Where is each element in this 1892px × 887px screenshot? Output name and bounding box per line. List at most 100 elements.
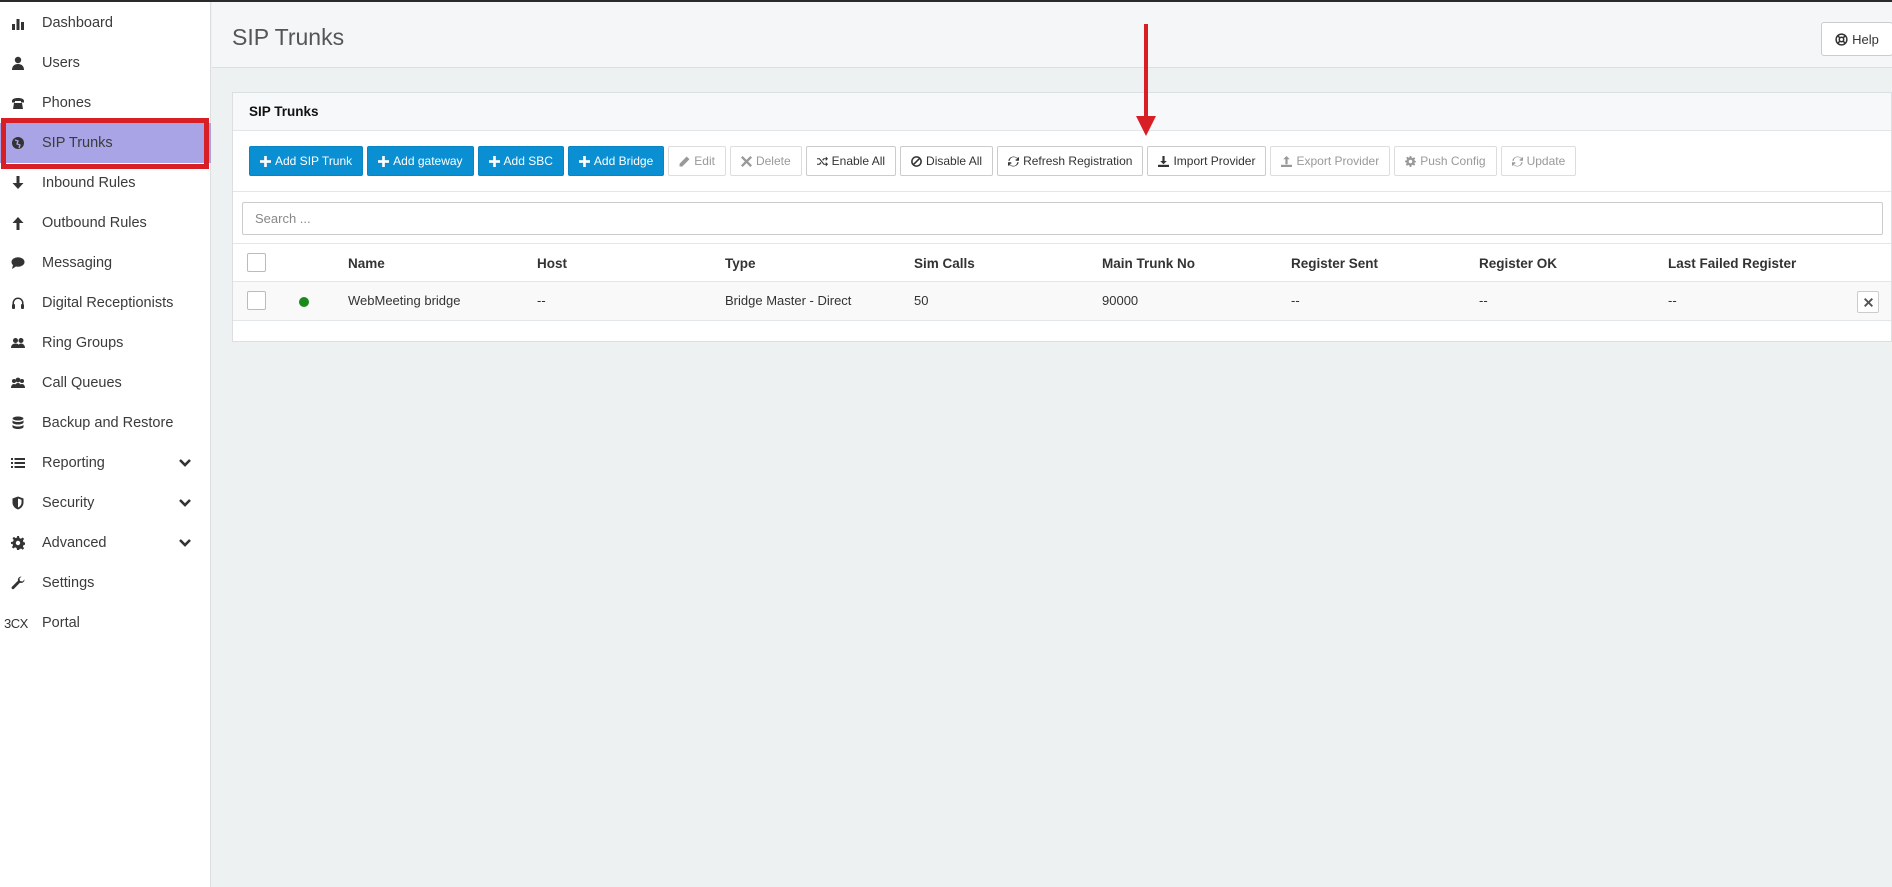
sidebar-item-label: Phones [42, 95, 92, 111]
column-header-sim-calls[interactable]: Sim Calls [914, 256, 975, 271]
panel-title: SIP Trunks [249, 104, 319, 119]
button-label: Import Provider [1173, 154, 1256, 168]
sidebar-item-label: Settings [42, 575, 95, 591]
plus-icon [578, 155, 590, 167]
button-label: Add gateway [393, 154, 463, 168]
sidebar-item-phones[interactable]: Phones [0, 83, 211, 123]
sidebar-item-label: Users [42, 55, 80, 71]
import-provider-button[interactable]: Import Provider [1147, 146, 1267, 176]
edit-button[interactable]: Edit [668, 146, 726, 176]
button-label: Edit [694, 154, 715, 168]
bar-chart-icon [8, 16, 28, 30]
wrench-icon [8, 576, 28, 590]
sidebar-item-advanced[interactable]: Advanced [0, 523, 211, 563]
add-bridge-button[interactable]: Add Bridge [567, 146, 665, 176]
plus-icon [488, 155, 500, 167]
column-header-type[interactable]: Type [725, 256, 756, 271]
toolbar: Add SIP Trunk Add gateway Add SBC Add Br… [249, 146, 1577, 176]
sidebar-item-dashboard[interactable]: Dashboard [0, 3, 211, 43]
column-header-register-sent[interactable]: Register Sent [1291, 256, 1378, 271]
sidebar-item-label: Outbound Rules [42, 215, 147, 231]
column-header-host[interactable]: Host [537, 256, 567, 271]
chat-bubble-icon [8, 256, 28, 270]
cell-register-ok: -- [1479, 293, 1488, 308]
table-header: Name Host Type Sim Calls Main Trunk No R… [233, 243, 1891, 282]
life-ring-icon [1835, 32, 1848, 46]
sidebar-item-label: Reporting [42, 455, 105, 471]
sidebar-item-sip-trunks[interactable]: SIP Trunks [0, 123, 211, 163]
disable-all-button[interactable]: Disable All [900, 146, 994, 176]
panel-header: SIP Trunks [233, 93, 1891, 131]
list-icon [8, 456, 28, 470]
row-delete-button[interactable] [1857, 291, 1879, 313]
sidebar-item-digital-receptionists[interactable]: Digital Receptionists [0, 283, 211, 323]
add-gateway-button[interactable]: Add gateway [367, 146, 474, 176]
sidebar-item-inbound-rules[interactable]: Inbound Rules [0, 163, 211, 203]
sidebar-item-outbound-rules[interactable]: Outbound Rules [0, 203, 211, 243]
refresh-icon [1008, 156, 1020, 166]
cell-name: WebMeeting bridge [348, 293, 461, 308]
update-button[interactable]: Update [1500, 146, 1577, 176]
button-label: Refresh Registration [1023, 154, 1133, 168]
page-title: SIP Trunks [232, 24, 345, 50]
sidebar-item-ring-groups[interactable]: Ring Groups [0, 323, 211, 363]
row-checkbox[interactable] [247, 291, 266, 310]
refresh-icon [1511, 156, 1523, 166]
button-label: Delete [755, 154, 791, 168]
sidebar-item-label: SIP Trunks [42, 135, 113, 151]
3cx-logo: 3CX [4, 615, 28, 631]
cell-type: Bridge Master - Direct [725, 293, 852, 308]
table-row[interactable]: WebMeeting bridge -- Bridge Master - Dir… [233, 282, 1891, 321]
search-input[interactable] [242, 202, 1883, 235]
upload-icon [1281, 155, 1293, 167]
sidebar-item-security[interactable]: Security [0, 483, 211, 523]
sidebar-item-messaging[interactable]: Messaging [0, 243, 211, 283]
ban-icon [911, 155, 922, 167]
column-header-register-ok[interactable]: Register OK [1479, 256, 1557, 271]
divider [233, 191, 1891, 192]
sidebar-item-call-queues[interactable]: Call Queues [0, 363, 211, 403]
arrow-up-icon [8, 216, 28, 230]
column-header-main-trunk-no[interactable]: Main Trunk No [1102, 256, 1195, 271]
annotation-arrow [1136, 24, 1156, 136]
enable-all-button[interactable]: Enable All [805, 146, 897, 176]
refresh-registration-button[interactable]: Refresh Registration [997, 146, 1144, 176]
select-all-checkbox[interactable] [247, 253, 266, 272]
sip-trunks-panel: SIP Trunks Add SIP Trunk Add gateway Add… [232, 92, 1892, 342]
sidebar-item-users[interactable]: Users [0, 43, 211, 83]
sidebar-item-label: Advanced [42, 535, 107, 551]
chevron-down-icon[interactable] [178, 496, 192, 514]
users-icon [8, 336, 28, 350]
delete-button[interactable]: Delete [729, 146, 802, 176]
column-header-last-failed-register[interactable]: Last Failed Register [1668, 256, 1796, 271]
gear-icon [8, 536, 28, 550]
sidebar-item-portal[interactable]: 3CX Portal [0, 603, 211, 643]
sidebar-item-settings[interactable]: Settings [0, 563, 211, 603]
database-icon [8, 416, 28, 430]
help-button-label: Help [1852, 31, 1879, 47]
push-config-button[interactable]: Push Config [1394, 146, 1497, 176]
sidebar-item-label: Digital Receptionists [42, 295, 174, 311]
cell-last-failed-register: -- [1668, 293, 1677, 308]
sidebar-item-backup-and-restore[interactable]: Backup and Restore [0, 403, 211, 443]
button-label: Add Bridge [593, 154, 654, 168]
status-indicator [299, 297, 309, 307]
chevron-down-icon[interactable] [178, 456, 192, 474]
sidebar-item-label: Security [42, 495, 95, 511]
help-button[interactable]: Help [1821, 22, 1892, 56]
sidebar-item-reporting[interactable]: Reporting [0, 443, 211, 483]
add-sbc-button[interactable]: Add SBC [477, 146, 564, 176]
sidebar-item-label: Call Queues [42, 375, 122, 391]
sidebar: Dashboard Users Phones SIP Trunks Inboun… [0, 2, 211, 887]
column-header-name[interactable]: Name [348, 256, 385, 271]
cell-register-sent: -- [1291, 293, 1300, 308]
user-icon [8, 56, 28, 70]
sidebar-item-label: Dashboard [42, 15, 113, 31]
button-label: Enable All [831, 154, 886, 168]
sidebar-item-label: Backup and Restore [42, 415, 174, 431]
button-label: Push Config [1420, 154, 1486, 168]
add-sip-trunk-button[interactable]: Add SIP Trunk [249, 146, 364, 176]
cell-sim-calls: 50 [914, 293, 929, 308]
chevron-down-icon[interactable] [178, 536, 192, 554]
export-provider-button[interactable]: Export Provider [1270, 146, 1391, 176]
